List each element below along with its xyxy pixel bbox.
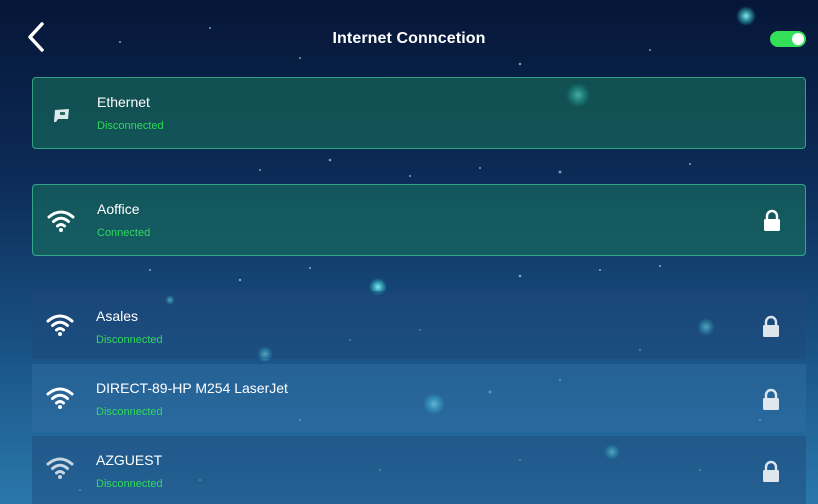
wifi-icon bbox=[46, 457, 74, 479]
page-title: Internet Conncetion bbox=[332, 30, 486, 47]
header-bar: Internet Conncetion bbox=[0, 0, 818, 75]
wifi-icon bbox=[46, 387, 74, 409]
lock-icon bbox=[763, 460, 779, 482]
network-status: Connected bbox=[97, 227, 151, 239]
ethernet-icon bbox=[54, 109, 69, 122]
network-row-asales[interactable]: Asales Disconnected bbox=[32, 291, 806, 359]
wifi-toggle[interactable] bbox=[770, 31, 806, 47]
network-status: Disconnected bbox=[97, 120, 164, 132]
network-row-aoffice[interactable]: Aoffice Connected bbox=[32, 184, 806, 256]
network-name: Aoffice bbox=[97, 201, 140, 217]
network-row-azguest[interactable]: AZGUEST Disconnected bbox=[32, 436, 806, 504]
network-status: Disconnected bbox=[96, 478, 163, 490]
wifi-icon bbox=[47, 210, 75, 232]
network-row-ethernet[interactable]: Ethernet Disconnected bbox=[32, 77, 806, 149]
toggle-knob bbox=[792, 33, 804, 45]
network-name: Ethernet bbox=[97, 94, 150, 110]
network-name: AZGUEST bbox=[96, 452, 163, 468]
network-name: Asales bbox=[96, 308, 139, 324]
wifi-icon bbox=[46, 314, 74, 336]
network-name: DIRECT-89-HP M254 LaserJet bbox=[96, 380, 288, 396]
lock-icon bbox=[763, 315, 779, 337]
lock-icon bbox=[763, 388, 779, 410]
network-status: Disconnected bbox=[96, 334, 163, 346]
lock-icon bbox=[764, 209, 780, 231]
network-status: Disconnected bbox=[96, 406, 163, 418]
network-row-direct-hp[interactable]: DIRECT-89-HP M254 LaserJet Disconnected bbox=[32, 364, 806, 432]
